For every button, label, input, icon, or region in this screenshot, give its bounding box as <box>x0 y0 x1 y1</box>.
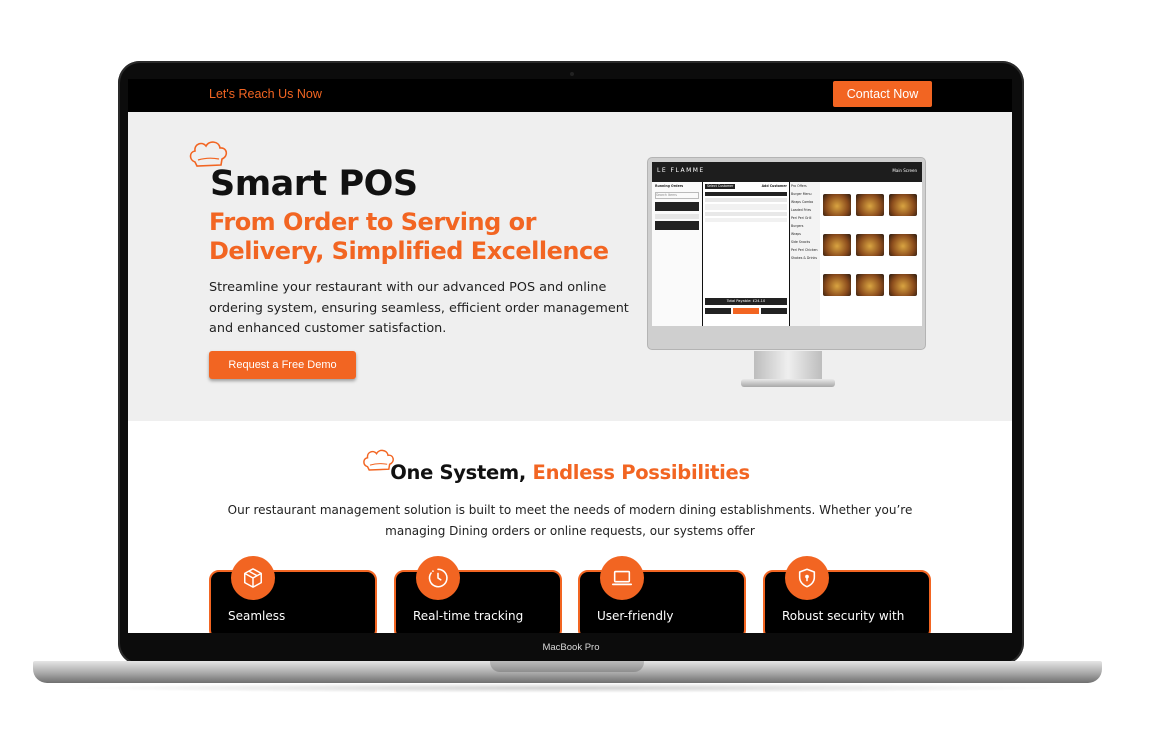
pos-food-tile <box>889 234 917 256</box>
pos-category: Wraps <box>791 232 801 236</box>
pos-food-tile <box>889 194 917 216</box>
pos-action-button <box>733 308 759 314</box>
pos-category: Peri Peri Chicken <box>791 248 818 252</box>
pos-category: Peri Peri Grill <box>791 216 812 220</box>
pos-action-button <box>705 308 731 314</box>
pos-screenshot: LE FLAMME Main Screen Running Orders Sea… <box>652 162 922 326</box>
pos-total-payable: Total Payable: £24.10 <box>705 298 787 305</box>
monitor-stand <box>754 351 822 381</box>
pos-food-tile <box>856 194 884 216</box>
laptop-icon <box>600 556 644 600</box>
laptop-notch <box>490 661 644 672</box>
section-title-dark: One System, <box>390 461 527 484</box>
pos-food-tile <box>856 274 884 296</box>
pos-cart-row <box>705 204 787 210</box>
pos-food-tile <box>823 194 851 216</box>
pos-food-tile <box>823 234 851 256</box>
pos-category: Pro Offers <box>791 184 807 188</box>
shield-lock-icon <box>785 556 829 600</box>
pos-category: Loaded Fries <box>791 208 812 212</box>
pos-category: Shakes & Drinks <box>791 256 818 260</box>
monitor-preview: LE FLAMME Main Screen Running Orders Sea… <box>647 157 926 350</box>
pos-category: Burgers <box>791 224 804 228</box>
hero-title: Smart POS <box>210 164 418 204</box>
pos-order-tile <box>655 221 699 230</box>
camera-icon <box>570 72 574 76</box>
pos-food-tile <box>823 274 851 296</box>
box-icon <box>231 556 275 600</box>
hero-description: Streamline your restaurant with our adva… <box>209 280 629 336</box>
hero-subtitle: From Order to Serving or Delivery, Simpl… <box>209 208 609 265</box>
marketing-mockup: MacBook Pro Let's Reach Us Now Contact N… <box>0 0 1149 745</box>
pos-header: LE FLAMME Main Screen <box>652 162 922 182</box>
pos-order-tile <box>655 214 699 219</box>
pos-category: Burger Menu <box>791 192 812 196</box>
laptop-shadow <box>60 683 1075 693</box>
hero-section: Smart POS From Order to Serving or Deliv… <box>128 112 1012 421</box>
pos-cart-row <box>705 212 787 216</box>
reach-us-link[interactable]: Let's Reach Us Now <box>209 87 322 101</box>
device-label: MacBook Pro <box>542 642 600 653</box>
pos-food-tile <box>856 234 884 256</box>
pos-select-customer: Select Customer <box>705 184 736 189</box>
feature-label: Real-time tracking <box>413 609 524 623</box>
laptop-screen: Let's Reach Us Now Contact Now Smart POS… <box>128 79 1012 633</box>
top-bar: Let's Reach Us Now Contact Now <box>128 79 1012 112</box>
contact-now-button[interactable]: Contact Now <box>833 81 932 107</box>
pos-left-title: Running Orders <box>655 184 684 188</box>
pos-order-tile <box>655 202 699 211</box>
request-demo-button[interactable]: Request a Free Demo <box>209 351 356 379</box>
pos-cart: Select Customer Add Customer Total Payab… <box>703 182 789 326</box>
pos-logo: LE FLAMME <box>657 167 705 174</box>
pos-add-customer: Add Customer <box>761 184 787 188</box>
section-description: Our restaurant management solution is bu… <box>227 503 913 538</box>
pos-cart-row <box>705 218 787 222</box>
pos-action-button <box>761 308 787 314</box>
pos-cart-header <box>705 192 787 196</box>
pos-cart-row <box>705 198 787 202</box>
pos-categories: Pro Offers Burger Menu Wraps Combo Loade… <box>790 182 820 326</box>
feature-label: User-friendly <box>597 609 674 623</box>
features-section: One System, Endless Possibilities Our re… <box>128 421 1012 633</box>
section-title-accent: Endless Possibilities <box>532 461 751 484</box>
section-title: One System, Endless Possibilities <box>128 461 1012 484</box>
pos-category: Wraps Combo <box>791 200 814 204</box>
pos-food-tile <box>889 274 917 296</box>
pos-search: Search Items <box>655 192 699 199</box>
feature-label: Seamless <box>228 609 286 623</box>
feature-label: Robust security with <box>782 609 905 623</box>
pos-main-screen: Main Screen <box>892 168 917 173</box>
pos-category: Side Snacks <box>791 240 811 244</box>
pos-running-orders: Running Orders Search Items <box>652 182 702 326</box>
pos-menu-grid <box>820 182 922 326</box>
clock-icon <box>416 556 460 600</box>
monitor-foot <box>741 379 835 387</box>
